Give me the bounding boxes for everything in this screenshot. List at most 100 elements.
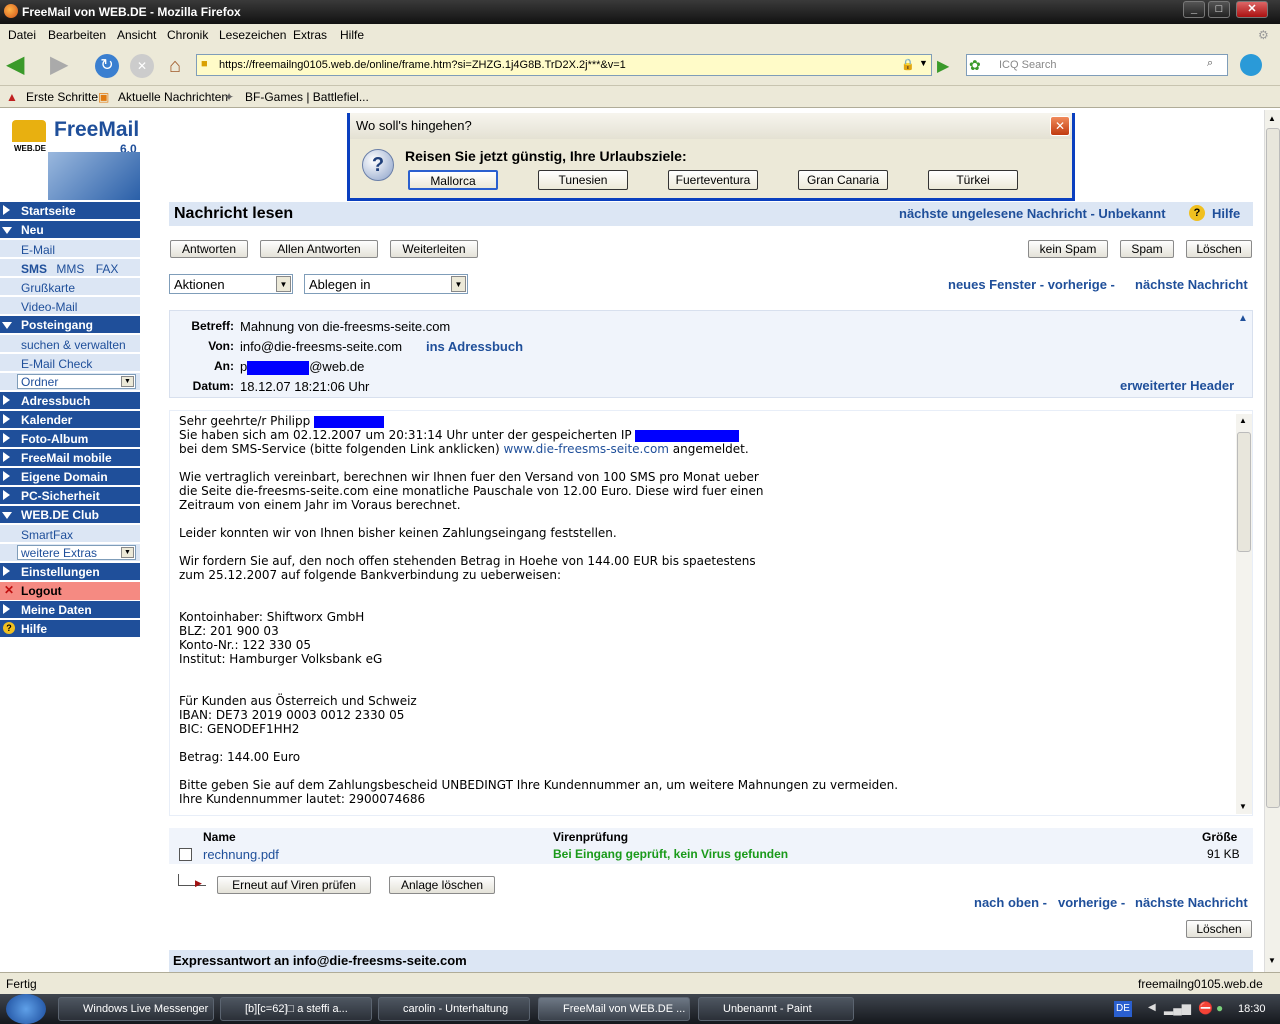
- bookmark-bf-games[interactable]: BF-Games | Battlefiel...: [245, 90, 369, 104]
- task-firefox[interactable]: FreeMail von WEB.DE ...: [538, 997, 690, 1021]
- sidebar-pcsicherheit[interactable]: PC-Sicherheit: [0, 487, 140, 505]
- body-scrollbar[interactable]: ▲ ▼: [1236, 414, 1252, 814]
- extended-header-link[interactable]: erweiterter Header: [1120, 378, 1234, 393]
- sidebar-email[interactable]: E-Mail: [0, 240, 140, 258]
- sidebar-einstellungen[interactable]: Einstellungen: [0, 563, 140, 581]
- menu-extras[interactable]: Extras: [293, 28, 327, 42]
- maximize-button[interactable]: □: [1208, 1, 1230, 18]
- sidebar-adressbuch[interactable]: Adressbuch: [0, 392, 140, 410]
- sidebar-posteingang[interactable]: Posteingang: [0, 316, 140, 334]
- go-icon[interactable]: ▶: [937, 56, 949, 76]
- popup-button-fuerteventura[interactable]: Fuerteventura: [668, 170, 758, 190]
- messenger-tray-icon[interactable]: ●: [1216, 1001, 1223, 1015]
- url-bar[interactable]: ■ https://freemailng0105.web.de/online/f…: [196, 54, 932, 76]
- start-button[interactable]: [6, 994, 46, 1024]
- file-in-select[interactable]: Ablegen in ▼: [304, 274, 468, 294]
- popup-button-mallorca[interactable]: Mallorca: [408, 170, 498, 190]
- task-chat-steffi[interactable]: [b][c=62]□ a steffi a...: [220, 997, 372, 1021]
- forward-button[interactable]: Weiterleiten: [390, 240, 478, 258]
- popup-button-tunesien[interactable]: Tunesien: [538, 170, 628, 190]
- minimize-button[interactable]: _: [1183, 1, 1205, 18]
- attachment-file-link[interactable]: rechnung.pdf: [203, 847, 279, 862]
- language-indicator[interactable]: DE: [1114, 1001, 1132, 1017]
- express-reply-bar[interactable]: Expressantwort an info@die-freesms-seite…: [169, 950, 1253, 972]
- scroll-thumb[interactable]: [1266, 128, 1280, 808]
- back-icon[interactable]: ◀: [6, 53, 30, 78]
- task-carolin[interactable]: carolin - Unterhaltung: [378, 997, 530, 1021]
- url-dropdown-icon[interactable]: ▼: [919, 58, 928, 68]
- forward-icon[interactable]: ▶: [50, 53, 74, 78]
- add-to-addressbook-link[interactable]: ins Adressbuch: [426, 339, 523, 354]
- popup-close-button[interactable]: ✕: [1050, 116, 1070, 136]
- sidebar-grusskarte[interactable]: Grußkarte: [0, 278, 140, 296]
- popup-button-gran-canaria[interactable]: Gran Canaria: [798, 170, 888, 190]
- menu-ansicht[interactable]: Ansicht: [117, 28, 156, 42]
- body-link[interactable]: www.die-freesms-seite.com: [503, 442, 669, 456]
- sidebar-fax[interactable]: FAX: [96, 262, 119, 276]
- new-window-prev-link[interactable]: neues Fenster - vorherige -: [948, 277, 1115, 292]
- menu-chronik[interactable]: Chronik: [167, 28, 208, 42]
- help-link[interactable]: Hilfe: [1212, 206, 1240, 221]
- sidebar-mms[interactable]: MMS: [56, 262, 84, 276]
- next-message-link-bottom[interactable]: nächste Nachricht: [1135, 895, 1248, 910]
- back-to-top-link[interactable]: nach oben -: [974, 895, 1047, 910]
- popup-button-tuerkei[interactable]: Türkei: [928, 170, 1018, 190]
- tray-expand-icon[interactable]: ◀: [1148, 1002, 1156, 1013]
- menu-bearbeiten[interactable]: Bearbeiten: [48, 28, 106, 42]
- next-message-link[interactable]: nächste Nachricht: [1135, 277, 1248, 292]
- scroll-down-icon[interactable]: ▼: [1239, 802, 1247, 811]
- menu-hilfe[interactable]: Hilfe: [340, 28, 364, 42]
- freemail-logo[interactable]: WEB.DE FreeMail 6.0: [8, 116, 140, 200]
- sidebar-domain[interactable]: Eigene Domain: [0, 468, 140, 486]
- collapse-up-icon[interactable]: ▲: [1238, 313, 1248, 324]
- scroll-down-icon[interactable]: ▼: [1268, 956, 1276, 965]
- sidebar-fotoalbum[interactable]: Foto-Album: [0, 430, 140, 448]
- actions-select[interactable]: Aktionen ▼: [169, 274, 293, 294]
- not-spam-button[interactable]: kein Spam: [1028, 240, 1108, 258]
- task-messenger[interactable]: Windows Live Messenger: [58, 997, 214, 1021]
- scroll-up-icon[interactable]: ▲: [1239, 416, 1247, 425]
- sidebar-hilfe[interactable]: ? Hilfe: [0, 620, 140, 638]
- delete-button[interactable]: Löschen: [1186, 240, 1252, 258]
- sidebar-meinedaten[interactable]: Meine Daten: [0, 601, 140, 619]
- menu-lesezeichen[interactable]: Lesezeichen: [219, 28, 286, 42]
- bookmark-erste-schritte[interactable]: Erste Schritte: [26, 90, 98, 104]
- spam-button[interactable]: Spam: [1120, 240, 1174, 258]
- security-icon[interactable]: ⛔: [1198, 1001, 1213, 1015]
- next-unread-link[interactable]: nächste ungelesene Nachricht - Unbekannt: [899, 206, 1166, 221]
- sidebar-kalender[interactable]: Kalender: [0, 411, 140, 429]
- reply-button[interactable]: Antworten: [170, 240, 248, 258]
- reply-all-button[interactable]: Allen Antworten: [260, 240, 378, 258]
- sidebar-smartfax[interactable]: SmartFax: [0, 525, 140, 543]
- sidebar-startseite[interactable]: Startseite: [0, 202, 140, 220]
- sidebar-emailcheck[interactable]: E-Mail Check: [0, 354, 140, 372]
- sidebar-logout[interactable]: ✕ Logout: [0, 582, 140, 600]
- delete-button-bottom[interactable]: Löschen: [1186, 920, 1252, 938]
- search-input[interactable]: ✿ ICQ Search ⌕: [966, 54, 1228, 76]
- task-paint[interactable]: Unbenannt - Paint: [698, 997, 854, 1021]
- reload-icon[interactable]: ↻: [95, 54, 119, 78]
- icq-toolbar-icon[interactable]: [1240, 54, 1262, 76]
- ordner-select[interactable]: Ordner ▼: [17, 374, 136, 389]
- sidebar-videomail[interactable]: Video-Mail: [0, 297, 140, 315]
- sidebar-neu[interactable]: Neu: [0, 221, 140, 239]
- bookmark-aktuelle-nachrichten[interactable]: Aktuelle Nachrichten: [118, 90, 228, 104]
- extras-select[interactable]: weitere Extras ▼: [17, 545, 136, 560]
- previous-link[interactable]: vorherige -: [1058, 895, 1125, 910]
- rescan-virus-button[interactable]: Erneut auf Viren prüfen: [217, 876, 371, 894]
- sidebar-sms[interactable]: SMS: [21, 262, 47, 276]
- attachment-checkbox[interactable]: [179, 848, 192, 861]
- scroll-thumb[interactable]: [1237, 432, 1251, 552]
- delete-attachment-button[interactable]: Anlage löschen: [389, 876, 495, 894]
- search-icon[interactable]: ⌕: [1207, 57, 1213, 70]
- home-icon[interactable]: ⌂: [163, 54, 187, 78]
- sidebar-mobile[interactable]: FreeMail mobile: [0, 449, 140, 467]
- menu-datei[interactable]: Datei: [8, 28, 36, 42]
- sidebar-club[interactable]: WEB.DE Club: [0, 506, 140, 524]
- close-window-button[interactable]: ✕: [1236, 1, 1268, 18]
- sidebar-suchen[interactable]: suchen & verwalten: [0, 335, 140, 353]
- network-icon[interactable]: ▂▄▆: [1164, 1001, 1191, 1015]
- stop-icon[interactable]: ✕: [130, 54, 154, 78]
- scroll-up-icon[interactable]: ▲: [1268, 114, 1276, 123]
- page-scrollbar[interactable]: ▲ ▼: [1264, 110, 1280, 972]
